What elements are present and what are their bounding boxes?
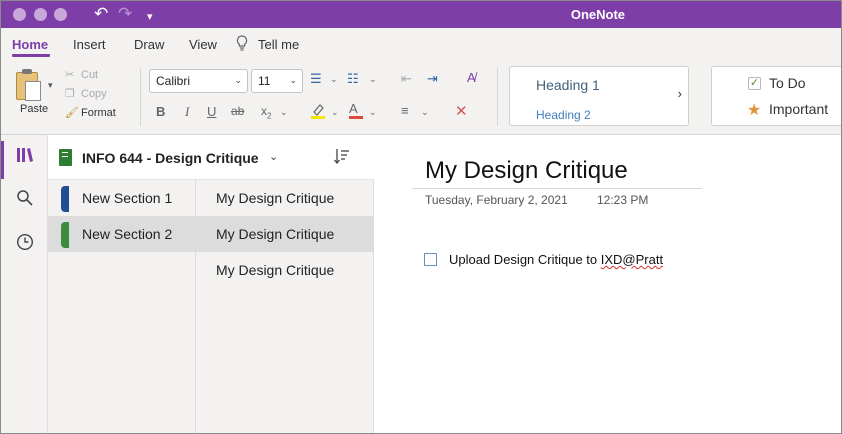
title-bar: ↶ ↷ ▾ OneNote bbox=[1, 1, 841, 28]
star-icon: ★ bbox=[747, 102, 762, 119]
section-item-selected[interactable]: New Section 2 bbox=[48, 216, 196, 252]
section-item[interactable]: New Section 1 bbox=[48, 180, 196, 216]
bullet-list-chevron-icon[interactable]: ⌄ bbox=[330, 74, 338, 85]
font-color-button[interactable]: A bbox=[349, 102, 363, 119]
section-label: New Section 2 bbox=[82, 226, 173, 242]
page-label: My Design Critique bbox=[216, 226, 335, 242]
page-canvas[interactable]: My Design Critique Tuesday, February 2, … bbox=[374, 135, 841, 433]
section-color-tab bbox=[61, 222, 69, 248]
sort-icon[interactable] bbox=[333, 147, 351, 170]
paste-icon[interactable] bbox=[16, 69, 46, 101]
italic-button[interactable]: I bbox=[185, 104, 189, 120]
font-family-value: Calibri bbox=[156, 74, 191, 88]
chevron-down-icon[interactable]: ⌄ bbox=[269, 150, 278, 163]
home-toolbar: ▾ Paste ✂ Cut ❐ Copy 🖌 Format Calibri ⌄ 11 … bbox=[1, 62, 841, 135]
page-label: My Design Critique bbox=[216, 190, 335, 206]
align-chevron-icon[interactable]: ⌄ bbox=[421, 107, 429, 118]
notebook-title: INFO 644 - Design Critique bbox=[82, 150, 259, 166]
tags-gallery[interactable]: ✓ To Do ★ Important bbox=[711, 66, 841, 126]
paintbrush-icon: 🖌 bbox=[65, 107, 79, 119]
scissors-icon: ✂ bbox=[65, 69, 75, 81]
copy-label: Copy bbox=[81, 88, 107, 100]
numbered-list-icon[interactable]: ☷ bbox=[347, 71, 359, 87]
increase-indent-icon[interactable]: ⇥ bbox=[427, 71, 438, 87]
todo-checkbox[interactable] bbox=[424, 253, 437, 266]
chevron-down-icon: ⌄ bbox=[234, 75, 242, 85]
pages-pane: My Design Critique My Design Critique My… bbox=[196, 180, 374, 433]
page-item[interactable]: My Design Critique bbox=[196, 180, 374, 216]
todo-text-prefix: Upload Design Critique to bbox=[449, 252, 601, 267]
tab-view[interactable]: View bbox=[189, 37, 217, 52]
spellcheck-flagged-word: IXD@Pratt bbox=[600, 252, 664, 267]
align-icon[interactable]: ≡ bbox=[401, 103, 409, 118]
tab-home[interactable]: Home bbox=[12, 37, 48, 52]
app-title: OneNote bbox=[570, 7, 625, 22]
format-label: Format bbox=[81, 107, 116, 119]
subscript-button[interactable]: x2 bbox=[261, 104, 271, 120]
copy-button[interactable]: ❐ Copy bbox=[65, 87, 107, 100]
active-tab-indicator bbox=[12, 54, 50, 57]
subscript-mark: 2 bbox=[267, 111, 272, 121]
font-color-swatch bbox=[349, 116, 363, 119]
notebook-header[interactable]: INFO 644 - Design Critique ⌄ bbox=[48, 135, 374, 180]
highlighter-icon[interactable] bbox=[310, 102, 326, 123]
title-divider bbox=[412, 188, 702, 189]
styles-gallery[interactable]: Heading 1 Heading 2 › bbox=[509, 66, 689, 126]
cut-button[interactable]: ✂ Cut bbox=[65, 68, 98, 81]
bullet-list-icon[interactable]: ☰ bbox=[310, 71, 322, 87]
delete-icon[interactable]: ✕ bbox=[455, 102, 468, 120]
tab-draw[interactable]: Draw bbox=[134, 37, 164, 52]
cut-label: Cut bbox=[81, 69, 99, 81]
section-color-tab bbox=[61, 186, 69, 212]
todo-checkbox-icon: ✓ bbox=[748, 77, 761, 90]
lightbulb-icon bbox=[236, 35, 248, 54]
tag-important[interactable]: Important bbox=[769, 101, 828, 117]
divider bbox=[140, 68, 141, 126]
font-color-chevron-icon[interactable]: ⌄ bbox=[369, 107, 377, 118]
navigation-rail bbox=[1, 135, 48, 433]
strikethrough-button[interactable]: ab bbox=[231, 104, 244, 118]
subscript-chevron-icon[interactable]: ⌄ bbox=[280, 107, 288, 118]
chevron-right-icon[interactable]: › bbox=[678, 86, 682, 101]
numbered-list-chevron-icon[interactable]: ⌄ bbox=[369, 74, 377, 85]
font-size-select[interactable]: 11 ⌄ bbox=[251, 69, 303, 93]
paste-options-chevron-icon[interactable]: ▾ bbox=[48, 80, 53, 91]
section-label: New Section 1 bbox=[82, 190, 173, 206]
sections-pane: New Section 1 New Section 2 bbox=[48, 180, 196, 433]
todo-item-text[interactable]: Upload Design Critique to IXD@Pratt bbox=[449, 252, 663, 267]
font-size-value: 11 bbox=[258, 74, 271, 88]
bold-button[interactable]: B bbox=[156, 104, 165, 119]
page-title[interactable]: My Design Critique bbox=[425, 157, 628, 185]
page-item-selected[interactable]: My Design Critique bbox=[196, 216, 374, 252]
tell-me-box[interactable]: Tell me bbox=[258, 37, 299, 52]
clear-formatting-icon[interactable]: A̸ bbox=[467, 70, 476, 85]
tag-todo[interactable]: To Do bbox=[769, 75, 806, 91]
style-heading-2[interactable]: Heading 2 bbox=[536, 108, 591, 122]
page-item[interactable]: My Design Critique bbox=[196, 252, 374, 288]
highlighter-chevron-icon[interactable]: ⌄ bbox=[331, 107, 339, 118]
notebooks-icon[interactable] bbox=[1, 146, 48, 169]
ribbon-tabs: Home Insert Draw View Tell me bbox=[1, 28, 841, 62]
decrease-indent-icon[interactable]: ⇤ bbox=[401, 71, 412, 87]
clock-icon[interactable] bbox=[1, 233, 48, 256]
font-color-letter: A bbox=[349, 101, 358, 116]
page-date: Tuesday, February 2, 2021 bbox=[425, 193, 568, 207]
notebook-icon bbox=[59, 149, 72, 166]
ribbon: Home Insert Draw View Tell me ▾ Paste ✂ C… bbox=[1, 28, 841, 135]
format-painter-button[interactable]: 🖌 Format bbox=[65, 106, 116, 119]
chevron-down-icon: ⌄ bbox=[289, 75, 297, 85]
font-family-select[interactable]: Calibri ⌄ bbox=[149, 69, 248, 93]
copy-icon: ❐ bbox=[65, 88, 75, 100]
page-label: My Design Critique bbox=[216, 262, 335, 278]
tab-insert[interactable]: Insert bbox=[73, 37, 106, 52]
page-time: 12:23 PM bbox=[597, 193, 649, 207]
search-icon[interactable] bbox=[1, 189, 48, 212]
paste-button[interactable]: Paste bbox=[20, 103, 48, 115]
underline-button[interactable]: U bbox=[207, 104, 216, 119]
style-heading-1[interactable]: Heading 1 bbox=[536, 77, 600, 93]
divider bbox=[497, 68, 498, 126]
onenote-window: ↶ ↷ ▾ OneNote Home Insert Draw View Tell… bbox=[0, 0, 842, 434]
